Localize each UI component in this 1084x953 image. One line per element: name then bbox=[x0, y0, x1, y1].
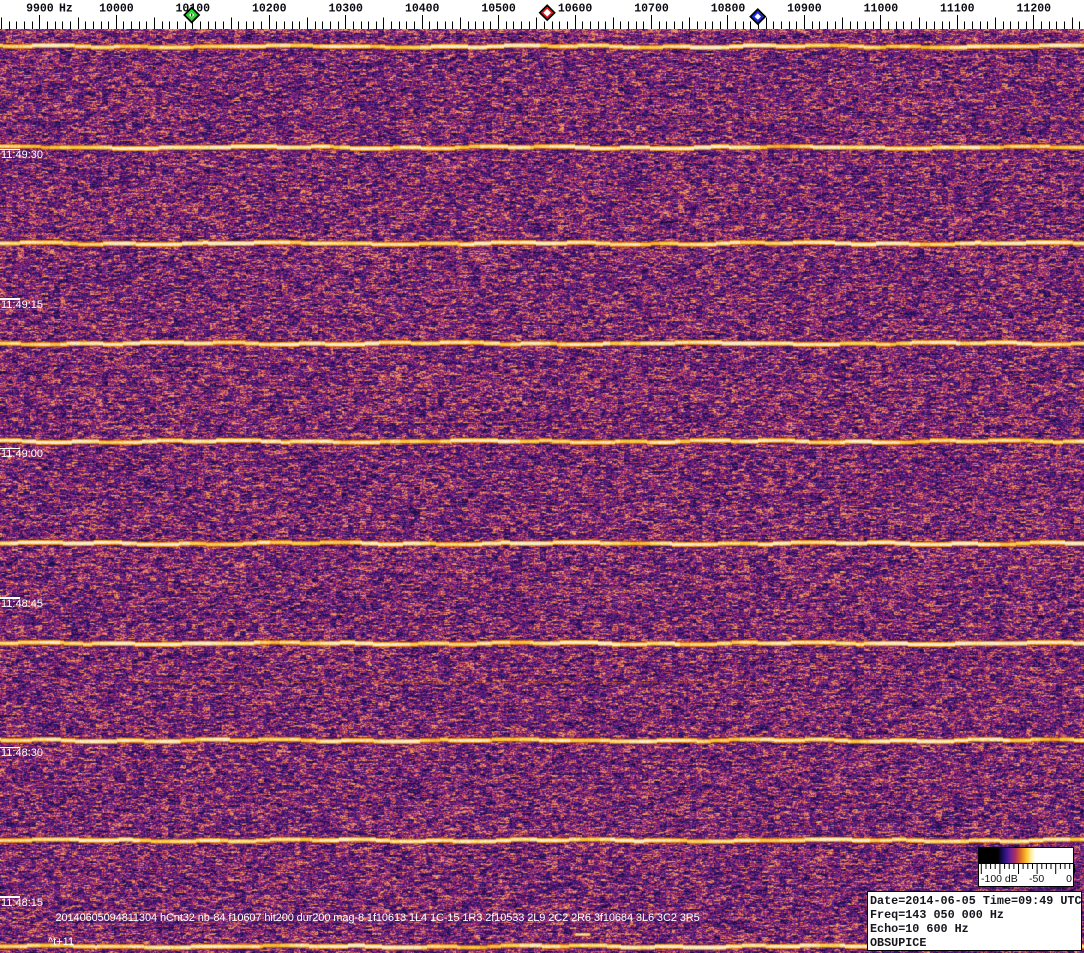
svg-text:11000: 11000 bbox=[864, 3, 899, 16]
svg-text:Hz: Hz bbox=[59, 3, 73, 16]
svg-text:10500: 10500 bbox=[481, 3, 516, 16]
svg-text:10800: 10800 bbox=[711, 3, 746, 16]
svg-text:10900: 10900 bbox=[787, 3, 822, 16]
svg-text:11100: 11100 bbox=[940, 3, 975, 16]
svg-text:10300: 10300 bbox=[328, 3, 363, 16]
svg-text:10700: 10700 bbox=[634, 3, 669, 16]
svg-text:9900: 9900 bbox=[26, 3, 54, 16]
svg-text:10600: 10600 bbox=[558, 3, 593, 16]
svg-text:11200: 11200 bbox=[1017, 3, 1052, 16]
svg-text:10000: 10000 bbox=[99, 3, 134, 16]
svg-text:10200: 10200 bbox=[252, 3, 287, 16]
svg-text:10400: 10400 bbox=[405, 3, 440, 16]
